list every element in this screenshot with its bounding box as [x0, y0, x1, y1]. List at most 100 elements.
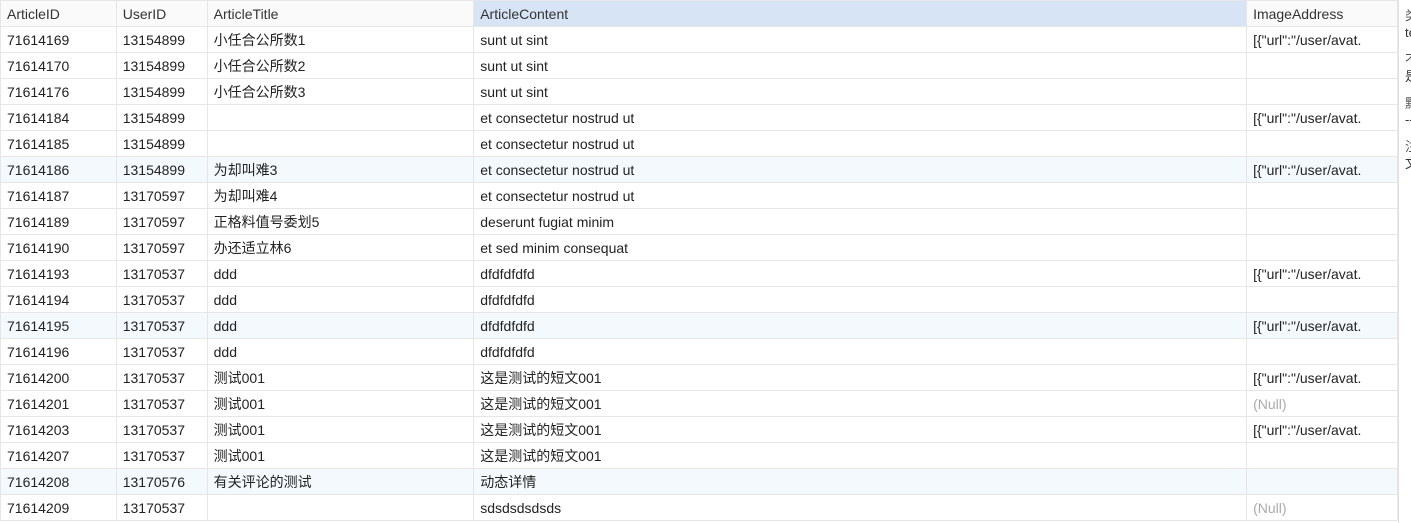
- cell-articletitle[interactable]: 办还适立林6: [207, 235, 474, 261]
- cell-articleid[interactable]: 71614207: [1, 443, 117, 469]
- table-row[interactable]: 7161417613154899小任合公所数3sunt ut sint: [1, 79, 1398, 105]
- cell-imageaddress[interactable]: [1247, 131, 1398, 157]
- cell-articleid[interactable]: 71614170: [1, 53, 117, 79]
- data-grid[interactable]: ArticleIDUserIDArticleTitleArticleConten…: [0, 0, 1398, 521]
- cell-imageaddress[interactable]: [{"url":"/user/avat.: [1247, 27, 1398, 53]
- cell-imageaddress[interactable]: [{"url":"/user/avat.: [1247, 105, 1398, 131]
- cell-articlecontent[interactable]: sunt ut sint: [474, 53, 1247, 79]
- cell-articleid[interactable]: 71614189: [1, 209, 117, 235]
- cell-articleid[interactable]: 71614176: [1, 79, 117, 105]
- cell-articletitle[interactable]: ddd: [207, 339, 474, 365]
- cell-articletitle[interactable]: [207, 131, 474, 157]
- cell-userid[interactable]: 13170537: [116, 339, 207, 365]
- cell-articleid[interactable]: 71614201: [1, 391, 117, 417]
- cell-imageaddress[interactable]: [1247, 53, 1398, 79]
- cell-imageaddress[interactable]: [1247, 339, 1398, 365]
- cell-articlecontent[interactable]: et sed minim consequat: [474, 235, 1247, 261]
- cell-articletitle[interactable]: 有关评论的测试: [207, 469, 474, 495]
- table-row[interactable]: 7161420913170537 sdsdsdsdsds(Null): [1, 495, 1398, 521]
- cell-articlecontent[interactable]: dfdfdfdfd: [474, 287, 1247, 313]
- cell-imageaddress[interactable]: [1247, 443, 1398, 469]
- cell-imageaddress[interactable]: [{"url":"/user/avat.: [1247, 417, 1398, 443]
- cell-articleid[interactable]: 71614209: [1, 495, 117, 521]
- cell-userid[interactable]: 13154899: [116, 157, 207, 183]
- table-row[interactable]: 7161418513154899et consectetur nostrud u…: [1, 131, 1398, 157]
- cell-articlecontent[interactable]: dfdfdfdfd: [474, 261, 1247, 287]
- cell-articleid[interactable]: 71614190: [1, 235, 117, 261]
- cell-articletitle[interactable]: 正格料值号委划5: [207, 209, 474, 235]
- cell-articleid[interactable]: 71614169: [1, 27, 117, 53]
- cell-articletitle[interactable]: 小任合公所数3: [207, 79, 474, 105]
- cell-articlecontent[interactable]: 这是测试的短文001: [474, 391, 1247, 417]
- cell-imageaddress[interactable]: [1247, 79, 1398, 105]
- cell-imageaddress[interactable]: [{"url":"/user/avat.: [1247, 365, 1398, 391]
- cell-userid[interactable]: 13170537: [116, 417, 207, 443]
- cell-articlecontent[interactable]: et consectetur nostrud ut: [474, 157, 1247, 183]
- cell-articletitle[interactable]: 测试001: [207, 391, 474, 417]
- table-row[interactable]: 7161419313170537ddddfdfdfdfd[{"url":"/us…: [1, 261, 1398, 287]
- cell-articlecontent[interactable]: et consectetur nostrud ut: [474, 183, 1247, 209]
- cell-articlecontent[interactable]: deserunt fugiat minim: [474, 209, 1247, 235]
- cell-articlecontent[interactable]: 这是测试的短文001: [474, 443, 1247, 469]
- table-row[interactable]: 7161418413154899et consectetur nostrud u…: [1, 105, 1398, 131]
- cell-articletitle[interactable]: 小任合公所数2: [207, 53, 474, 79]
- cell-articlecontent[interactable]: dfdfdfdfd: [474, 313, 1247, 339]
- column-header-articleid[interactable]: ArticleID: [1, 1, 117, 27]
- cell-articlecontent[interactable]: sdsdsdsdsds: [474, 495, 1247, 521]
- cell-imageaddress[interactable]: [1247, 209, 1398, 235]
- column-header-imageaddress[interactable]: ImageAddress: [1247, 1, 1398, 27]
- table-row[interactable]: 7161419613170537ddddfdfdfdfd: [1, 339, 1398, 365]
- cell-articletitle[interactable]: [207, 495, 474, 521]
- table-row[interactable]: 7161416913154899小任合公所数1sunt ut sint[{"ur…: [1, 27, 1398, 53]
- cell-imageaddress[interactable]: [1247, 183, 1398, 209]
- table-row[interactable]: 7161420813170576有关评论的测试动态详情: [1, 469, 1398, 495]
- cell-articlecontent[interactable]: sunt ut sint: [474, 27, 1247, 53]
- cell-userid[interactable]: 13170537: [116, 287, 207, 313]
- cell-articleid[interactable]: 71614184: [1, 105, 117, 131]
- table-row[interactable]: 7161420013170537测试001这是测试的短文001[{"url":"…: [1, 365, 1398, 391]
- cell-articleid[interactable]: 71614203: [1, 417, 117, 443]
- table-row[interactable]: 7161420713170537测试001这是测试的短文001: [1, 443, 1398, 469]
- cell-imageaddress[interactable]: (Null): [1247, 495, 1398, 521]
- cell-userid[interactable]: 13170576: [116, 469, 207, 495]
- cell-imageaddress[interactable]: [{"url":"/user/avat.: [1247, 313, 1398, 339]
- cell-userid[interactable]: 13154899: [116, 27, 207, 53]
- table-row[interactable]: 7161420313170537测试001这是测试的短文001[{"url":"…: [1, 417, 1398, 443]
- cell-articleid[interactable]: 71614194: [1, 287, 117, 313]
- cell-imageaddress[interactable]: (Null): [1247, 391, 1398, 417]
- table-row[interactable]: 7161419413170537ddddfdfdfdfd: [1, 287, 1398, 313]
- cell-articleid[interactable]: 71614208: [1, 469, 117, 495]
- cell-articletitle[interactable]: 小任合公所数1: [207, 27, 474, 53]
- cell-imageaddress[interactable]: [1247, 469, 1398, 495]
- cell-articleid[interactable]: 71614185: [1, 131, 117, 157]
- cell-articleid[interactable]: 71614196: [1, 339, 117, 365]
- cell-articletitle[interactable]: 测试001: [207, 443, 474, 469]
- cell-articleid[interactable]: 71614186: [1, 157, 117, 183]
- cell-userid[interactable]: 13170537: [116, 261, 207, 287]
- cell-userid[interactable]: 13170537: [116, 495, 207, 521]
- cell-userid[interactable]: 13154899: [116, 105, 207, 131]
- cell-articletitle[interactable]: 为却叫难3: [207, 157, 474, 183]
- table-row[interactable]: 7161419513170537ddddfdfdfdfd[{"url":"/us…: [1, 313, 1398, 339]
- cell-articlecontent[interactable]: 这是测试的短文001: [474, 417, 1247, 443]
- cell-articlecontent[interactable]: et consectetur nostrud ut: [474, 131, 1247, 157]
- cell-imageaddress[interactable]: [1247, 287, 1398, 313]
- cell-userid[interactable]: 13154899: [116, 79, 207, 105]
- cell-articlecontent[interactable]: sunt ut sint: [474, 79, 1247, 105]
- cell-articletitle[interactable]: ddd: [207, 313, 474, 339]
- cell-articleid[interactable]: 71614195: [1, 313, 117, 339]
- cell-imageaddress[interactable]: [1247, 235, 1398, 261]
- cell-userid[interactable]: 13170537: [116, 443, 207, 469]
- cell-articleid[interactable]: 71614200: [1, 365, 117, 391]
- column-header-userid[interactable]: UserID: [116, 1, 207, 27]
- cell-userid[interactable]: 13170537: [116, 365, 207, 391]
- column-header-articletitle[interactable]: ArticleTitle: [207, 1, 474, 27]
- table-row[interactable]: 7161417013154899小任合公所数2sunt ut sint: [1, 53, 1398, 79]
- cell-articlecontent[interactable]: dfdfdfdfd: [474, 339, 1247, 365]
- cell-userid[interactable]: 13170597: [116, 183, 207, 209]
- table-row[interactable]: 7161419013170597办还适立林6et sed minim conse…: [1, 235, 1398, 261]
- cell-articletitle[interactable]: ddd: [207, 261, 474, 287]
- cell-userid[interactable]: 13170597: [116, 209, 207, 235]
- cell-articleid[interactable]: 71614193: [1, 261, 117, 287]
- cell-userid[interactable]: 13170537: [116, 313, 207, 339]
